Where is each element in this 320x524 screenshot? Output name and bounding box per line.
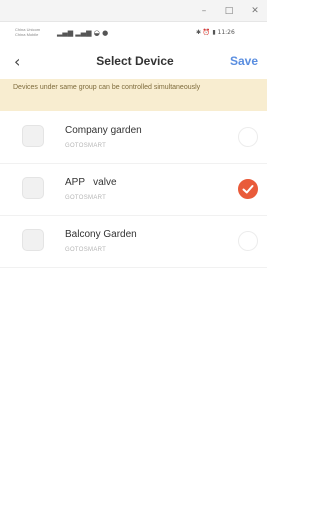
device-name: APP valve — [65, 177, 117, 188]
status-right-icons: ✱ ⏰ ▮ 11:26 — [196, 29, 235, 36]
device-select-radio[interactable] — [238, 179, 258, 199]
device-row-app-valve[interactable]: APP valve GOTOSMART — [0, 166, 267, 216]
device-row-balcony-garden[interactable]: Balcony Garden GOTOSMART — [0, 218, 267, 268]
save-button[interactable]: Save — [230, 54, 258, 68]
page-title: Select Device — [96, 54, 174, 68]
device-name: Company garden — [65, 125, 142, 136]
check-icon — [242, 185, 254, 194]
device-brand: GOTOSMART — [65, 247, 107, 253]
nav-bar: ‹ Select Device Save — [0, 46, 267, 78]
device-brand: GOTOSMART — [65, 195, 107, 201]
window-title-bar: – □ ✕ — [0, 0, 267, 22]
carrier-line-2: China Mobile — [15, 32, 39, 37]
device-row-company-garden[interactable]: Company garden GOTOSMART — [0, 114, 267, 164]
signal-icons: ▂▄▆ ▂▄▆ ◒ ● — [57, 29, 109, 37]
chevron-left-icon[interactable]: ‹ — [14, 52, 30, 72]
group-notice-text: Devices under same group can be controll… — [13, 84, 201, 91]
group-notice: Devices under same group can be controll… — [0, 79, 267, 111]
minimize-icon[interactable]: – — [197, 4, 211, 18]
carrier-names: China Unicom China Mobile — [15, 27, 55, 37]
status-bar: China Unicom China Mobile ▂▄▆ ▂▄▆ ◒ ● ✱ … — [0, 24, 267, 44]
device-select-radio[interactable] — [238, 231, 258, 251]
device-thumbnail-icon — [22, 125, 44, 147]
device-thumbnail-icon — [22, 229, 44, 251]
device-thumbnail-icon — [22, 177, 44, 199]
device-name: Balcony Garden — [65, 229, 137, 240]
close-icon[interactable]: ✕ — [248, 4, 262, 18]
device-brand: GOTOSMART — [65, 143, 107, 149]
device-select-radio[interactable] — [238, 127, 258, 147]
maximize-icon[interactable]: □ — [222, 4, 236, 18]
